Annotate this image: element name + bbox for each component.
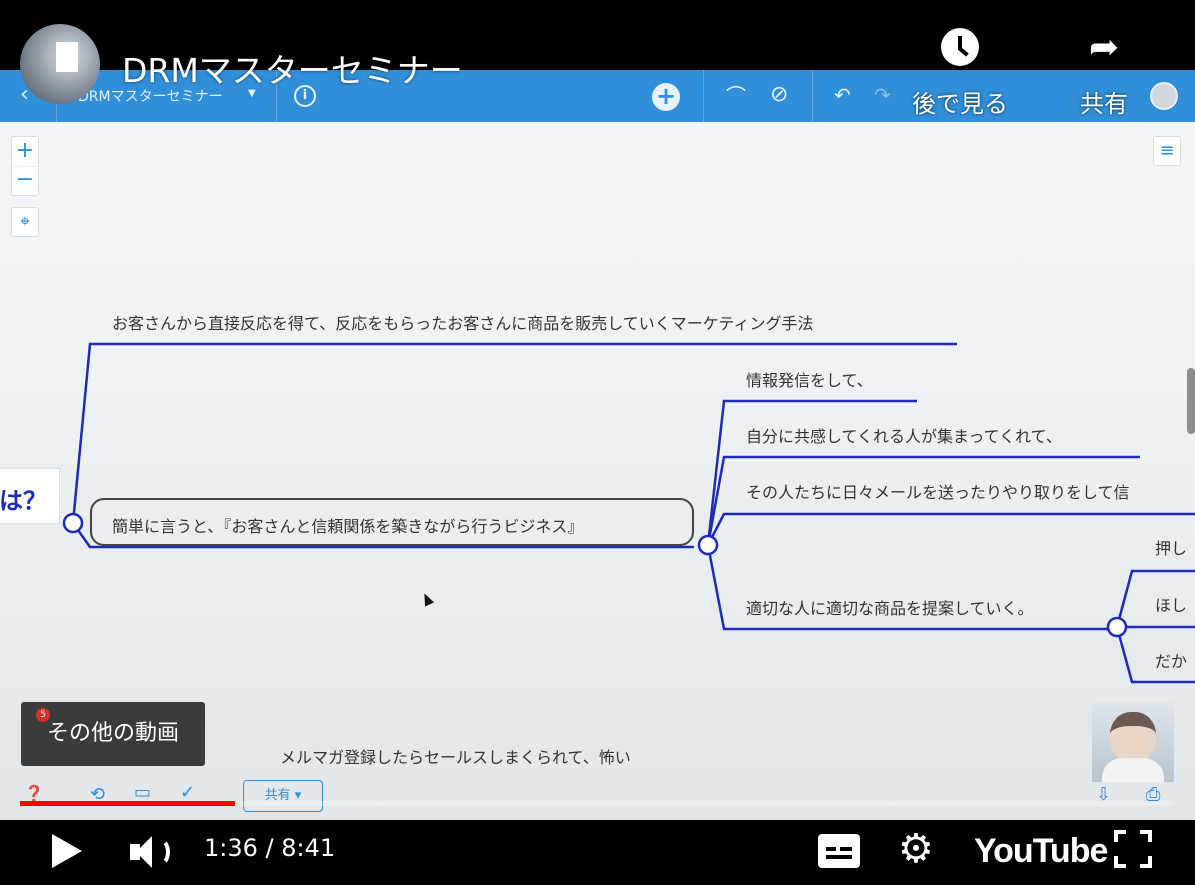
root-node-label: は？ — [0, 487, 47, 515]
notification-badge: 5 — [36, 708, 50, 722]
present-icon[interactable]: ▭ — [134, 782, 151, 803]
watch-later-label: 後で見る — [912, 90, 1008, 118]
node-sub-3[interactable]: だか — [1155, 648, 1187, 672]
share-label: 共有 — [1080, 90, 1128, 118]
node-bottom-note[interactable]: メルマガ登録したらセールスしまくられて、怖い — [280, 744, 631, 768]
main-node-label: 簡単に言うと、『お客さんと信頼関係を築きながら行うビジネス』 — [112, 517, 584, 536]
node-step-1[interactable]: 情報発信をして、 — [746, 367, 873, 391]
node-step-4[interactable]: 適切な人に適切な商品を提案していく。 — [746, 595, 1034, 619]
time-display: 1:36 / 8:41 — [204, 834, 336, 862]
root-connector[interactable] — [62, 512, 84, 534]
root-node[interactable]: は？ — [0, 468, 60, 524]
main-connector[interactable] — [697, 534, 719, 556]
app-share-button[interactable]: 共有 ▾ — [243, 780, 323, 812]
watch-later-button[interactable]: 後で見る — [912, 28, 1008, 118]
share-button[interactable]: ➦ 共有 — [1064, 27, 1144, 119]
main-node[interactable]: 簡単に言うと、『お客さんと信頼関係を築きながら行うビジネス』 — [90, 498, 694, 546]
video-title[interactable]: DRMマスターセミナー — [122, 44, 463, 92]
presenter-body — [1102, 758, 1164, 782]
youtube-logo[interactable]: YouTube — [974, 832, 1108, 871]
node-definition[interactable]: お客さんから直接反応を得て、反応をもらったお客さんに商品を販売していくマーケティ… — [112, 310, 813, 334]
progress-bar[interactable] — [20, 801, 1175, 806]
fullscreen-icon[interactable] — [1114, 830, 1152, 868]
channel-avatar[interactable] — [20, 24, 100, 104]
progress-played — [20, 801, 235, 806]
step-connector[interactable] — [1106, 616, 1128, 638]
check-icon[interactable]: ✓ — [180, 782, 195, 803]
node-step-3[interactable]: その人たちに日々メールを送ったりやり取りをして信 — [746, 479, 1130, 503]
clock-icon — [941, 28, 979, 66]
node-sub-2[interactable]: ほし — [1155, 592, 1187, 616]
gear-icon[interactable]: ⚙ — [898, 826, 934, 872]
player-controls: 1:36 / 8:41 ⚙ YouTube — [0, 820, 1195, 885]
volume-icon[interactable] — [130, 832, 174, 872]
presenter-face — [1110, 712, 1156, 762]
node-sub-1[interactable]: 押し — [1155, 535, 1187, 559]
branch-step-3 — [706, 512, 1195, 546]
node-step-2[interactable]: 自分に共感してくれる人が集まってくれて、 — [746, 423, 1062, 447]
vertical-scrollbar[interactable] — [1187, 368, 1195, 434]
presenter-webcam — [1092, 702, 1174, 782]
subtitles-icon[interactable] — [818, 834, 860, 868]
play-button[interactable] — [52, 834, 82, 868]
share-arrow-icon: ➦ — [1088, 27, 1120, 68]
